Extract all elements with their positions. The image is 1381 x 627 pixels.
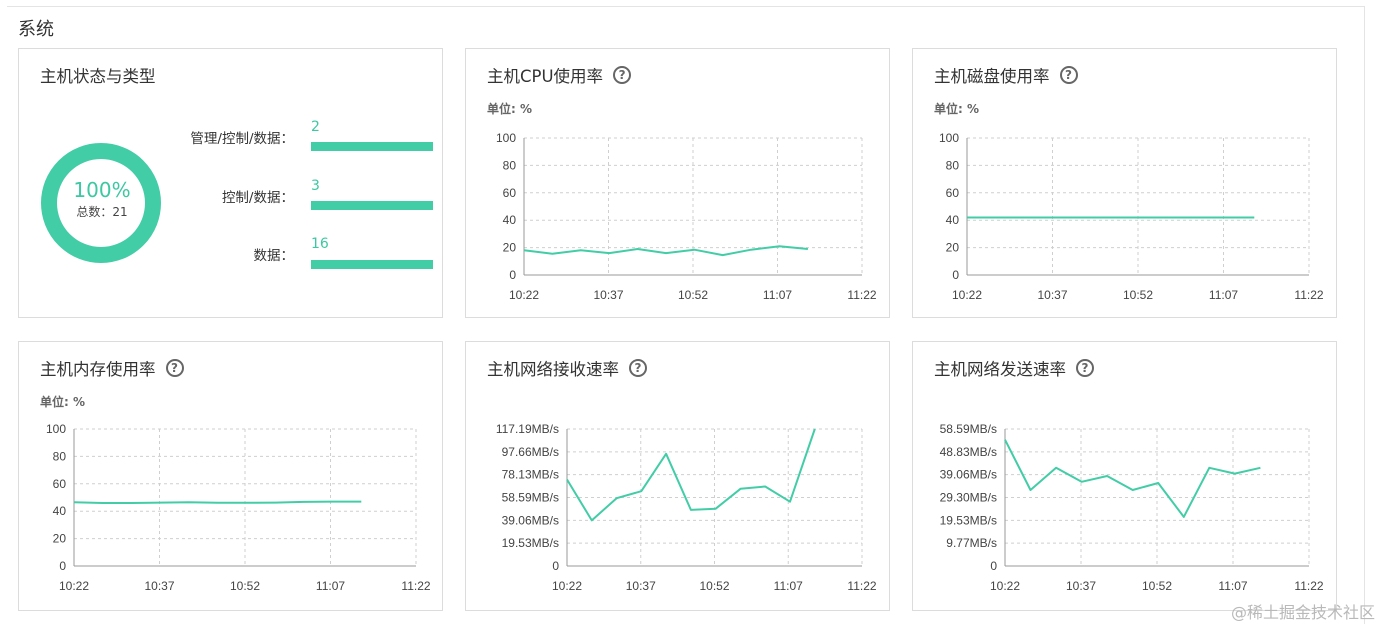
y-tick-label: 40 <box>946 213 960 227</box>
x-tick-label: 10:37 <box>1037 288 1067 302</box>
disk-usage-chart: 0 20 40 60 80 100 10:22 10:37 10:52 11:07 11:22 <box>939 131 1324 302</box>
type-row-label: 管理/控制/数据： <box>190 131 294 147</box>
x-tick-label: 10:52 <box>678 288 708 302</box>
x-tick-label: 11:22 <box>847 579 876 593</box>
network-receive-chart: 0 19.53MB/s 39.06MB/s 58.59MB/s 78.13MB/s 97.… <box>496 422 877 593</box>
y-tick-label: 80 <box>53 449 67 463</box>
x-tick-label: 10:52 <box>699 579 729 593</box>
series-line <box>73 500 362 504</box>
y-tick-label: 20 <box>503 241 517 255</box>
memory-usage-card: 主机内存使用率 ? 单位: % 0 20 40 60 80 100 10:22 10:37 10… <box>18 341 443 611</box>
y-tick-label: 58.59MB/s <box>502 491 559 505</box>
y-tick-label: 29.30MB/s <box>940 491 997 505</box>
donut-total: 总数：21 <box>59 203 145 220</box>
network-receive-card: 主机网络接收速率 ? 0 19.53MB/s 39.06MB/s 58.59MB/s 7… <box>465 341 890 611</box>
y-tick-label: 80 <box>946 158 960 172</box>
type-row-count: 3 <box>311 178 320 194</box>
section-title: 系统 <box>18 19 54 40</box>
type-row-bar <box>311 142 433 151</box>
memory-usage-chart: 0 20 40 60 80 100 10:22 10:37 10:52 11:07 11:22 <box>46 422 431 593</box>
y-tick-label: 0 <box>990 559 997 573</box>
watermark: @稀土掘金技术社区 <box>1230 603 1375 622</box>
x-tick-label: 11:07 <box>316 579 345 593</box>
x-tick-label: 11:22 <box>847 288 876 302</box>
x-tick-label: 10:22 <box>59 579 89 593</box>
x-tick-label: 10:37 <box>144 579 174 593</box>
type-row-count: 16 <box>311 236 329 252</box>
type-row-count: 2 <box>311 119 320 135</box>
type-row-label: 控制/数据： <box>221 190 294 206</box>
x-tick-label: 10:22 <box>990 579 1020 593</box>
y-tick-label: 117.19MB/s <box>496 422 559 436</box>
y-tick-label: 48.83MB/s <box>940 445 997 459</box>
x-tick-label: 10:52 <box>1123 288 1153 302</box>
x-tick-label: 11:07 <box>774 579 803 593</box>
y-tick-label: 100 <box>46 422 66 436</box>
x-tick-label: 11:22 <box>1294 288 1323 302</box>
y-tick-label: 58.59MB/s <box>940 422 997 436</box>
series-line <box>1004 439 1261 518</box>
y-tick-label: 60 <box>53 477 67 491</box>
donut-total-value: 21 <box>112 205 128 219</box>
x-tick-label: 11:07 <box>1218 579 1247 593</box>
x-tick-label: 10:22 <box>952 288 982 302</box>
y-tick-label: 100 <box>939 131 959 145</box>
type-row-bar <box>311 201 433 210</box>
network-send-chart: 0 9.77MB/s 19.53MB/s 29.30MB/s 39.06MB/s 48.8… <box>940 422 1324 593</box>
x-tick-label: 10:37 <box>626 579 656 593</box>
cpu-usage-chart: 0 20 40 60 80 100 10:22 10:37 10:52 11:07 11:22 <box>496 131 877 302</box>
card-title: 主机状态与类型 <box>40 67 156 86</box>
y-tick-label: 80 <box>503 158 517 172</box>
y-tick-label: 19.53MB/s <box>940 513 997 527</box>
x-tick-label: 11:07 <box>763 288 792 302</box>
donut-total-label: 总数： <box>76 205 113 219</box>
y-tick-label: 9.77MB/s <box>946 536 997 550</box>
network-send-card: 主机网络发送速率 ? 0 9.77MB/s 19.53MB/s 29.30MB/s 39… <box>912 341 1337 611</box>
y-tick-label: 60 <box>503 186 517 200</box>
x-tick-label: 11:22 <box>401 579 430 593</box>
disk-usage-card: 主机磁盘使用率 ? 单位: % 0 20 40 60 80 100 10:22 10:37 10… <box>912 48 1337 318</box>
x-tick-label: 10:22 <box>509 288 539 302</box>
y-tick-label: 0 <box>552 559 559 573</box>
host-status-card: 主机状态与类型 100% 总数：21 管理/控制/数据： 2 控制/数据： 3 … <box>18 48 443 318</box>
y-tick-label: 78.13MB/s <box>502 468 559 482</box>
cpu-usage-card: 主机CPU使用率 ? 单位: % 0 20 40 60 80 100 10:22 10:37 1… <box>465 48 890 318</box>
y-tick-label: 20 <box>946 241 960 255</box>
y-tick-label: 97.66MB/s <box>502 445 559 459</box>
x-tick-label: 10:37 <box>1066 579 1096 593</box>
y-tick-label: 19.53MB/s <box>502 536 559 550</box>
x-tick-label: 11:22 <box>1294 579 1323 593</box>
y-tick-label: 0 <box>952 268 959 282</box>
x-tick-label: 10:22 <box>552 579 582 593</box>
y-tick-label: 39.06MB/s <box>502 513 559 527</box>
y-tick-label: 39.06MB/s <box>940 468 997 482</box>
donut-percent: 100% <box>73 178 131 202</box>
y-tick-label: 0 <box>59 559 66 573</box>
x-tick-label: 10:37 <box>593 288 623 302</box>
y-tick-label: 40 <box>53 504 67 518</box>
y-tick-label: 20 <box>53 532 67 546</box>
y-tick-label: 0 <box>509 268 516 282</box>
y-tick-label: 100 <box>496 131 516 145</box>
x-tick-label: 11:07 <box>1209 288 1238 302</box>
type-row-bar <box>311 260 433 269</box>
y-tick-label: 60 <box>946 186 960 200</box>
y-tick-label: 40 <box>503 213 517 227</box>
x-tick-label: 10:52 <box>230 579 260 593</box>
x-tick-label: 10:52 <box>1142 579 1172 593</box>
type-row-label: 数据： <box>253 248 295 264</box>
